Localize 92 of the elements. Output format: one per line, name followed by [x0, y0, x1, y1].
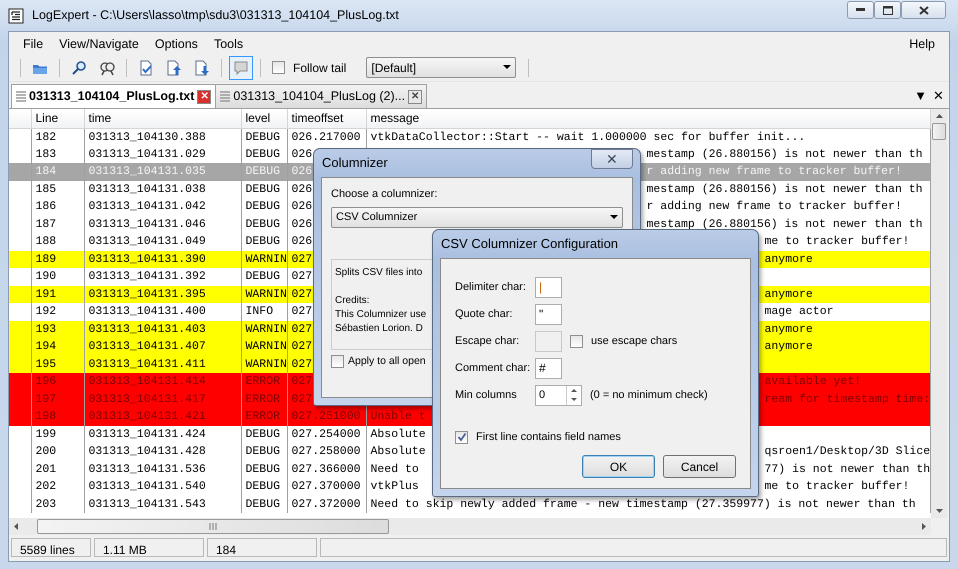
table-cell-text: mestamp (26.880156) is not newer than th	[646, 146, 923, 162]
dialog-title: CSV Columnizer Configuration	[441, 235, 618, 254]
scroll-thumb[interactable]	[37, 519, 389, 534]
checkbox-label: First line contains field names	[476, 430, 621, 445]
menu-item[interactable]: File	[15, 32, 52, 54]
table-cell: vtkDataCollector::Start -- wait 1.000000 sec for buffer init...	[370, 130, 806, 144]
document-lines-icon	[16, 90, 26, 102]
table-cell-text: r adding new frame to tracker buffer!	[646, 199, 902, 215]
field-label: Comment char:	[455, 360, 532, 376]
column-header[interactable]: timeoffset	[287, 109, 366, 128]
status-field: 184	[207, 538, 317, 557]
table-cell-text: ream for timestamp time:	[764, 392, 930, 408]
table-cell: DEBUG	[241, 496, 287, 513]
checkbox-label: Follow tail	[293, 60, 346, 76]
window-title: LogExpert - C:\Users\lasso\tmp\sdu3\031313_104104_PlusLog.txt	[32, 7, 399, 24]
document-lines-icon	[220, 90, 230, 102]
table-row[interactable]: 182 031313_104130.388 DEBUG 026.217000 vtkDataCollector::Start -- wait 1.000000 sec for buffer init...	[9, 128, 930, 146]
table-cell: Absolute	[370, 445, 426, 458]
table-cell: 203	[31, 496, 84, 513]
search-icon	[71, 60, 87, 76]
app-icon[interactable]	[8, 8, 24, 24]
menu-item[interactable]: Help	[901, 32, 943, 54]
column-header[interactable]: time	[84, 109, 241, 128]
file-tab[interactable]: 031313_104104_PlusLog (2)... ✕	[215, 84, 428, 108]
number-spinner[interactable]: 0	[535, 384, 582, 406]
double-magnifier-icon	[99, 60, 115, 76]
grip-icon	[209, 523, 217, 530]
table-cell-text: mage actor	[764, 304, 834, 320]
table-cell-text: mestamp (26.880156) is not newer than th	[646, 182, 923, 198]
close-icon	[918, 6, 928, 14]
tab-menu-button[interactable]: ▼	[911, 86, 930, 106]
table-cell: Absolute	[370, 428, 426, 441]
table-cell-text: anymore	[764, 322, 813, 338]
menu-item[interactable]: View/Navigate	[51, 32, 147, 54]
field-label: Escape char:	[455, 334, 520, 349]
scroll-thumb[interactable]	[932, 123, 946, 140]
table-cell-text: anymore	[764, 286, 813, 302]
columnizer-dropdown[interactable]: CSV Columnizer	[331, 206, 623, 228]
close-button[interactable]: ✕	[591, 149, 633, 169]
document-up-arrow-icon	[166, 60, 182, 76]
minimize-icon	[856, 8, 865, 12]
filter-dropdown[interactable]: [Default]	[366, 57, 516, 78]
column-header[interactable]: level	[241, 109, 287, 128]
table-cell-text: r adding new frame to tracker buffer!	[646, 164, 902, 180]
table-cell: Need to skip newly added frame - new timestamp (27.359977) is not newer than th	[370, 498, 916, 511]
file-tab[interactable]: 031313_104104_PlusLog.txt ✕	[11, 84, 216, 108]
status-field: 5589 lines	[11, 538, 91, 557]
menu-item[interactable]: Tools	[206, 32, 252, 54]
horizontal-scrollbar[interactable]	[9, 518, 931, 535]
input-field[interactable]: "	[535, 304, 562, 324]
table-cell: 031313_104131.543	[84, 496, 241, 513]
input-field[interactable]: #	[535, 358, 562, 378]
maximize-icon	[882, 6, 892, 14]
column-header[interactable]: message	[366, 109, 930, 128]
checkbox[interactable]	[455, 430, 468, 444]
hint-text: (0 = no minimum check)	[590, 388, 708, 403]
checkbox[interactable]	[272, 61, 285, 74]
minimize-button[interactable]	[847, 1, 874, 19]
table-cell: 027.372000	[287, 496, 366, 513]
dropdown-arrow-icon	[610, 214, 618, 220]
speech-bubble-icon	[233, 60, 249, 76]
table-cell-text: anymore	[764, 339, 813, 355]
field-label: Quote char:	[455, 306, 514, 322]
table-cell: Unable t	[370, 410, 426, 424]
cancel-button[interactable]: Cancel	[663, 455, 736, 478]
menu-item[interactable]: Options	[146, 32, 206, 54]
maximize-button[interactable]	[874, 1, 901, 19]
field-label: Min columns	[455, 388, 518, 403]
status-field: 1.11 MB	[94, 538, 204, 557]
input-field[interactable]: |	[535, 276, 562, 298]
checkbox-label: use escape chars	[591, 334, 678, 349]
table-cell-text: mestamp (26.880156) is not newer than th	[646, 216, 923, 232]
tab-close-button[interactable]: ✕	[408, 90, 422, 104]
close-button[interactable]	[901, 1, 946, 19]
column-header[interactable]: Line	[31, 109, 84, 128]
table-cell: vtkPlus	[370, 480, 419, 494]
table-cell-text: anymore	[764, 252, 813, 268]
document-check-icon	[138, 60, 154, 76]
table-cell-text: me to tracker buffer!	[764, 234, 910, 250]
vertical-scrollbar[interactable]	[931, 109, 947, 518]
tab-close-button[interactable]: ✕	[197, 90, 212, 104]
document-down-arrow-icon	[194, 60, 210, 76]
field-label: Delimiter char:	[455, 280, 527, 295]
checkbox[interactable]	[331, 354, 344, 368]
table-cell-text: 77) is not newer than th	[764, 462, 930, 478]
ok-button[interactable]: OK	[582, 455, 655, 478]
dropdown-arrow-icon	[503, 65, 512, 70]
table-cell: Need to	[370, 462, 419, 476]
close-all-button[interactable]: ✕	[930, 86, 947, 106]
table-cell-text: qsroen1/Desktop/3D Slice	[764, 444, 930, 460]
table-cell-text: me to tracker buffer!	[764, 479, 910, 495]
table-cell-text: available yet!	[764, 374, 862, 390]
